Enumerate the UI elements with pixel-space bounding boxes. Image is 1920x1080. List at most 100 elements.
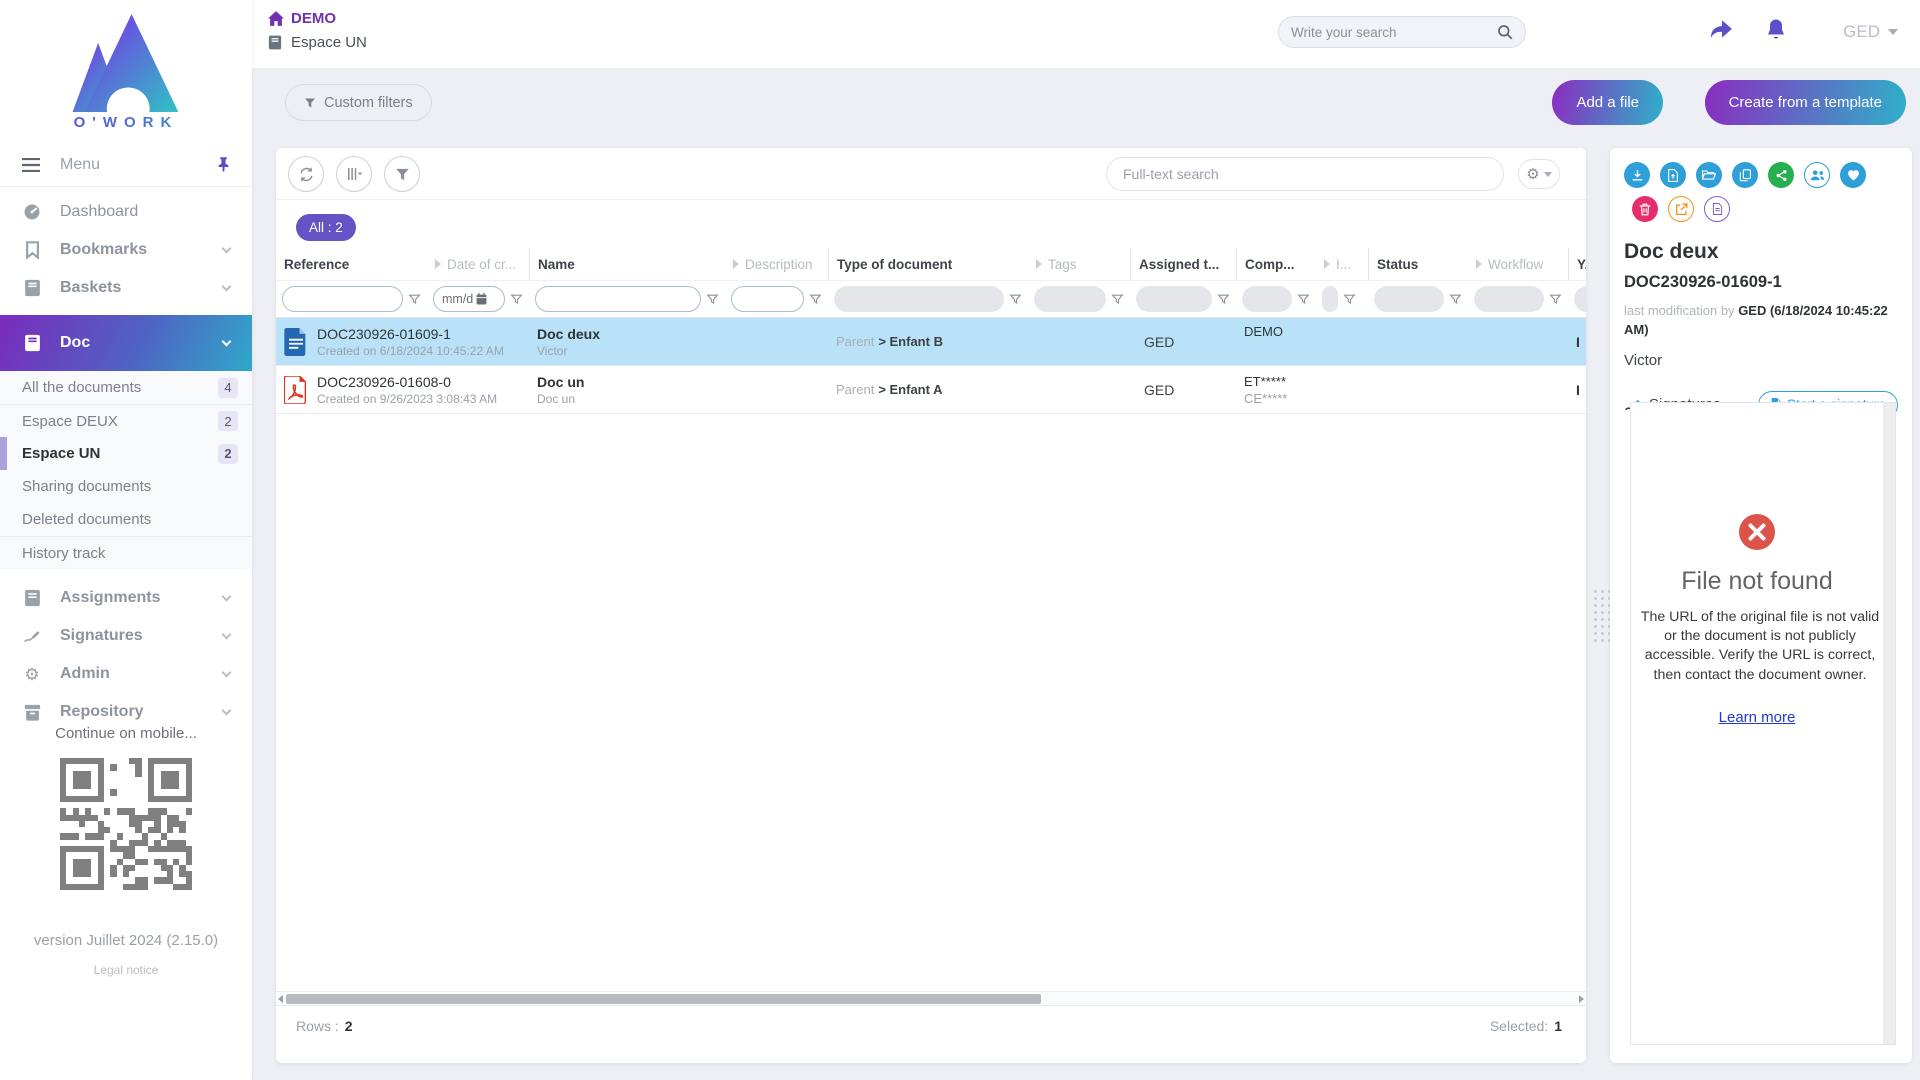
gear-icon: ⚙ — [1526, 167, 1539, 182]
column-header-date[interactable]: Date of cr... — [427, 248, 529, 280]
scroll-left-arrow-icon[interactable] — [278, 995, 283, 1003]
panel-resize-handle[interactable] — [1594, 590, 1611, 642]
horizontal-scrollbar[interactable] — [276, 991, 1586, 1006]
sidebar-item-espace-un[interactable]: Espace UN 2 — [0, 437, 252, 470]
bell-icon[interactable] — [1765, 18, 1787, 42]
sidebar-item-admin[interactable]: ⚙ Admin — [0, 655, 252, 693]
pin-icon[interactable] — [217, 157, 230, 172]
funnel-icon[interactable] — [1297, 293, 1310, 306]
filter-i-select[interactable] — [1322, 286, 1338, 312]
sidebar-item-baskets[interactable]: Baskets — [0, 269, 252, 307]
sidebar-item-signatures[interactable]: Signatures — [0, 617, 252, 655]
funnel-icon[interactable] — [1343, 293, 1356, 306]
funnel-icon[interactable] — [408, 293, 421, 306]
funnel-icon[interactable] — [510, 293, 523, 306]
preview-scrollbar[interactable] — [1883, 403, 1895, 1044]
funnel-icon[interactable] — [706, 293, 719, 306]
filter-tags-select[interactable] — [1034, 286, 1106, 312]
grid-settings-button[interactable]: ⚙ — [1518, 159, 1560, 189]
filter-date-input[interactable]: mm/d — [433, 286, 505, 312]
column-header-y[interactable]: Y... — [1568, 248, 1586, 280]
filter-y-select[interactable] — [1574, 286, 1586, 312]
filter-company-select[interactable] — [1242, 286, 1292, 312]
filter-button[interactable] — [384, 156, 420, 192]
share-nodes-icon[interactable] — [1768, 162, 1794, 188]
tab-all-documents[interactable]: All : 2 — [296, 214, 356, 241]
column-header-reference[interactable]: Reference — [276, 248, 427, 280]
custom-filters-button[interactable]: Custom filters — [285, 84, 432, 121]
filter-workflow-select[interactable] — [1474, 286, 1544, 312]
column-header-assigned[interactable]: Assigned t... — [1130, 248, 1236, 280]
assigned-to: GED — [1144, 382, 1174, 398]
count-badge: 4 — [218, 378, 238, 398]
users-icon[interactable] — [1804, 162, 1830, 188]
sidebar-item-espace-deux[interactable]: Espace DEUX 2 — [0, 404, 252, 437]
sidebar-item-deleted-documents[interactable]: Deleted documents — [0, 503, 252, 536]
funnel-icon[interactable] — [1549, 293, 1562, 306]
sidebar-item-bookmarks[interactable]: Bookmarks — [0, 231, 252, 269]
sidebar-item-assignments[interactable]: Assignments — [0, 579, 252, 617]
column-header-workflow[interactable]: Workflow — [1468, 248, 1568, 280]
type-parent: Parent — [836, 334, 874, 349]
filter-type-select[interactable] — [834, 286, 1004, 312]
funnel-icon[interactable] — [1217, 293, 1230, 306]
download-icon[interactable] — [1624, 162, 1650, 188]
filter-description-input[interactable] — [731, 286, 804, 312]
space-crumb[interactable]: Espace UN — [268, 34, 367, 51]
column-header-type[interactable]: Type of document — [828, 248, 1028, 280]
column-header-name[interactable]: Name — [529, 248, 725, 280]
sidebar-item-doc[interactable]: Doc — [0, 315, 252, 371]
chevron-down-icon — [1544, 172, 1552, 177]
scrollbar-thumb[interactable] — [286, 994, 1041, 1004]
document-preview: File not found The URL of the original f… — [1630, 402, 1896, 1045]
copy-icon[interactable] — [1732, 162, 1758, 188]
detail-reference: DOC230926-01609-1 — [1624, 273, 1898, 292]
funnel-icon[interactable] — [1111, 293, 1124, 306]
filter-status-select[interactable] — [1374, 286, 1444, 312]
columns-button[interactable] — [336, 156, 372, 192]
share-arrow-icon[interactable] — [1708, 18, 1734, 42]
doc-submenu: All the documents 4 Espace DEUX 2 Espace… — [0, 371, 252, 569]
hamburger-icon[interactable] — [22, 158, 40, 172]
sidebar-item-dashboard[interactable]: Dashboard — [0, 193, 252, 231]
selected-label: Selected: — [1490, 1018, 1548, 1034]
funnel-icon[interactable] — [1009, 293, 1022, 306]
learn-more-link[interactable]: Learn more — [1719, 709, 1796, 726]
external-link-icon[interactable] — [1668, 196, 1694, 222]
folder-open-icon[interactable] — [1696, 162, 1722, 188]
refresh-button[interactable] — [288, 156, 324, 192]
file-upload-icon[interactable] — [1660, 162, 1686, 188]
table-row[interactable]: DOC230926-01608-0 Created on 9/26/2023 3… — [276, 366, 1586, 414]
selected-count: 1 — [1554, 1018, 1562, 1034]
filter-name-input[interactable] — [535, 286, 701, 312]
funnel-icon[interactable] — [809, 293, 822, 306]
rows-count: 2 — [345, 1018, 353, 1034]
column-header-description[interactable]: Description — [725, 248, 828, 280]
column-header-company[interactable]: Comp... — [1236, 248, 1316, 280]
create-from-template-button[interactable]: Create from a template — [1705, 80, 1906, 125]
column-header-tags[interactable]: Tags — [1028, 248, 1130, 280]
column-header-i[interactable]: I... — [1316, 248, 1368, 280]
trash-icon[interactable] — [1632, 196, 1658, 222]
workspace-crumb[interactable]: DEMO — [268, 10, 367, 27]
filter-reference-input[interactable] — [282, 286, 403, 312]
search-icon[interactable] — [1497, 24, 1513, 40]
grid-toolbar: ⚙ — [276, 148, 1586, 200]
filter-assigned-select[interactable] — [1136, 286, 1212, 312]
error-title: File not found — [1637, 567, 1877, 596]
legal-notice-link[interactable]: Legal notice — [94, 963, 159, 977]
table-row[interactable]: DOC230926-01609-1 Created on 6/18/2024 1… — [276, 318, 1586, 366]
fulltext-search-input[interactable] — [1106, 157, 1504, 191]
file-lines-icon[interactable] — [1704, 196, 1730, 222]
sidebar-item-history-track[interactable]: History track — [0, 536, 252, 569]
sidebar-item-sharing-documents[interactable]: Sharing documents — [0, 470, 252, 503]
funnel-icon[interactable] — [1449, 293, 1462, 306]
user-menu[interactable]: GED — [1843, 22, 1898, 42]
calendar-icon[interactable] — [476, 293, 487, 305]
sidebar-item-all-documents[interactable]: All the documents 4 — [0, 371, 252, 404]
column-header-status[interactable]: Status — [1368, 248, 1468, 280]
add-file-button[interactable]: Add a file — [1552, 80, 1663, 125]
heart-icon[interactable] — [1840, 162, 1866, 188]
global-search-input[interactable] — [1291, 25, 1497, 40]
scroll-right-arrow-icon[interactable] — [1579, 995, 1584, 1003]
